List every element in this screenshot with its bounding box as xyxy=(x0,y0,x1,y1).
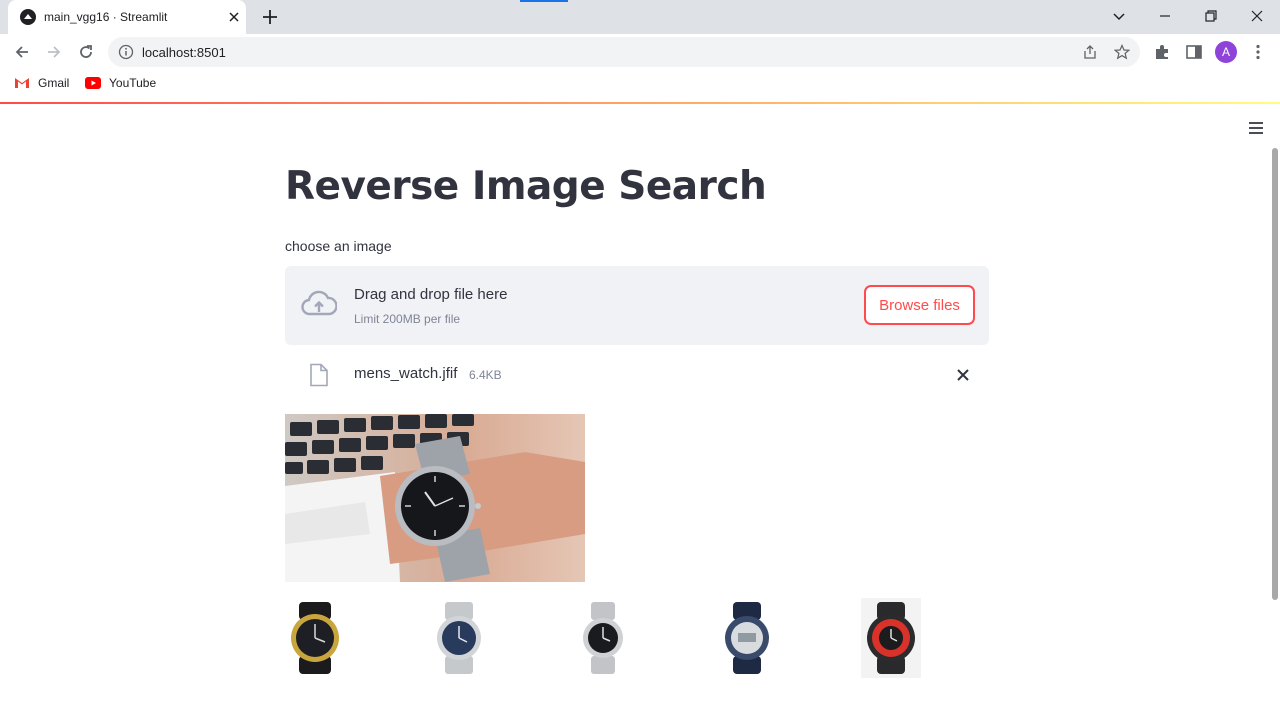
bookmark-youtube[interactable]: YouTube xyxy=(85,76,156,90)
file-dropzone[interactable]: Drag and drop file here Limit 200MB per … xyxy=(285,266,989,345)
file-icon xyxy=(310,363,328,387)
browser-tab[interactable]: main_vgg16 · Streamlit xyxy=(8,0,246,34)
restore-icon[interactable] xyxy=(1201,6,1221,26)
youtube-icon xyxy=(85,77,101,89)
new-tab-icon[interactable] xyxy=(260,7,280,27)
result-image xyxy=(291,602,339,674)
site-info-icon[interactable] xyxy=(118,44,134,60)
dropzone-limit: Limit 200MB per file xyxy=(354,312,461,326)
bookmarks-bar: Gmail YouTube xyxy=(0,70,1280,98)
result-image xyxy=(583,602,623,674)
address-bar[interactable]: localhost:8501 xyxy=(108,37,1140,67)
bookmark-star-icon[interactable] xyxy=(1114,44,1130,60)
streamlit-favicon-icon xyxy=(20,9,36,25)
tab-loading-bar xyxy=(520,0,568,2)
tab-title: main_vgg16 · Streamlit xyxy=(44,10,168,24)
profile-avatar[interactable]: A xyxy=(1215,41,1237,63)
cloud-upload-icon xyxy=(301,290,337,316)
uploaded-image xyxy=(285,414,585,582)
result-image xyxy=(437,602,481,674)
close-tab-icon[interactable] xyxy=(226,9,242,25)
file-uploader-label: choose an image xyxy=(285,238,392,254)
reload-icon[interactable] xyxy=(76,42,96,62)
forward-icon[interactable] xyxy=(44,42,64,62)
side-panel-icon[interactable] xyxy=(1184,42,1204,62)
extensions-icon[interactable] xyxy=(1152,42,1172,62)
delete-file-icon[interactable] xyxy=(953,365,973,385)
browser-menu-icon[interactable] xyxy=(1248,42,1268,62)
browse-files-button[interactable]: Browse files xyxy=(865,286,974,324)
hamburger-menu-icon[interactable] xyxy=(1246,120,1266,136)
dropzone-instructions: Drag and drop file here xyxy=(354,286,508,303)
tab-strip: main_vgg16 · Streamlit xyxy=(0,0,1280,34)
streamlit-header-decoration xyxy=(0,102,1280,104)
page-title: Reverse Image Search xyxy=(285,164,767,209)
url-text: localhost:8501 xyxy=(142,45,226,60)
result-image xyxy=(725,602,769,674)
share-icon[interactable] xyxy=(1082,44,1098,60)
gmail-icon xyxy=(15,78,29,88)
file-name: mens_watch.jfif xyxy=(354,365,458,382)
similar-results xyxy=(285,598,989,678)
close-window-icon[interactable] xyxy=(1247,6,1267,26)
bookmark-label: YouTube xyxy=(109,76,157,90)
result-image xyxy=(861,598,921,678)
tab-search-icon[interactable] xyxy=(1109,6,1129,26)
back-icon[interactable] xyxy=(12,42,32,62)
uploaded-file-row: mens_watch.jfif 6.4KB xyxy=(285,357,989,393)
browser-toolbar: localhost:8501 A xyxy=(0,34,1280,70)
minimize-icon[interactable] xyxy=(1155,6,1175,26)
page-scrollbar[interactable] xyxy=(1272,148,1278,600)
bookmark-gmail[interactable]: Gmail xyxy=(14,76,69,90)
file-size: 6.4KB xyxy=(469,368,502,382)
bookmark-label: Gmail xyxy=(38,76,70,90)
